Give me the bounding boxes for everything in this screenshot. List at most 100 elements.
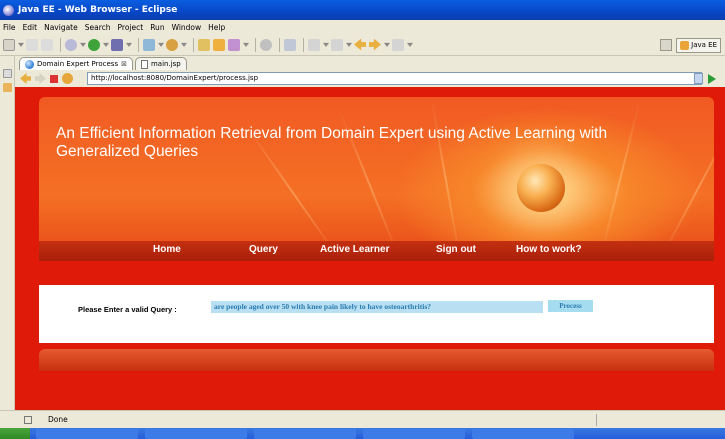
perspective-label: Java EE <box>691 41 717 49</box>
query-input[interactable]: are people aged over 50 with knee pain l… <box>211 301 543 313</box>
forward-icon[interactable] <box>35 73 46 84</box>
url-history-dropdown-icon[interactable] <box>694 73 703 84</box>
refresh-icon[interactable] <box>62 73 73 84</box>
tab-label: main.jsp <box>150 60 181 68</box>
globe-icon[interactable] <box>260 38 272 51</box>
tab-main-jsp[interactable]: main.jsp <box>134 57 187 70</box>
menu-window[interactable]: Window <box>172 23 202 32</box>
perspective-java-ee-button[interactable]: Java EE <box>676 37 721 53</box>
toolbar-separator <box>279 37 280 52</box>
editor-tabs: Domain Expert Process ⊠ main.jsp <box>15 56 725 70</box>
menu-file[interactable]: File <box>3 23 16 32</box>
tab-domain-expert-process[interactable]: Domain Expert Process ⊠ <box>19 57 133 70</box>
nav-how-to-work[interactable]: How to work? <box>516 244 582 255</box>
server-dropdown-icon[interactable] <box>158 42 164 47</box>
print-icon[interactable] <box>41 38 53 51</box>
left-trim <box>0 56 15 416</box>
open-type-icon[interactable] <box>198 38 210 51</box>
toolbar-separator <box>60 37 61 52</box>
nav-query[interactable]: Query <box>249 244 278 255</box>
fast-view-icon[interactable] <box>24 415 32 424</box>
query-panel: Please Enter a valid Query : are people … <box>39 285 714 343</box>
start-button[interactable] <box>0 428 30 439</box>
stop-icon[interactable] <box>50 74 58 83</box>
status-bar: Done <box>0 410 725 428</box>
menu-project[interactable]: Project <box>118 23 144 32</box>
footer-bar <box>39 349 714 371</box>
toolbar-separator <box>303 37 304 52</box>
new-dropdown-icon[interactable] <box>18 42 24 47</box>
run-icon[interactable] <box>88 38 100 51</box>
taskbar-item[interactable] <box>363 429 465 439</box>
menu-search[interactable]: Search <box>85 23 111 32</box>
pencil-dropdown-icon[interactable] <box>243 42 249 47</box>
back-arrow-icon[interactable] <box>354 38 366 51</box>
run-dropdown-icon[interactable] <box>103 42 109 47</box>
perspective-switcher: Java EE <box>660 37 721 53</box>
windows-taskbar <box>0 428 725 439</box>
open-perspective-icon[interactable] <box>660 39 673 51</box>
taskbar-item[interactable] <box>254 429 356 439</box>
browser-viewport: An Efficient Information Retrieval from … <box>15 87 725 410</box>
jsp-file-icon <box>140 59 148 69</box>
pencil-icon[interactable] <box>228 38 240 51</box>
window-title-bar[interactable]: Java EE - Web Browser - Eclipse <box>0 0 725 20</box>
taskbar-item[interactable] <box>472 429 574 439</box>
go-icon[interactable] <box>708 74 716 84</box>
restore-icon[interactable] <box>3 69 12 78</box>
annotation-icon[interactable] <box>308 38 320 51</box>
external-tools-dropdown-icon[interactable] <box>126 42 132 47</box>
new-java-dropdown-icon[interactable] <box>181 42 187 47</box>
last-edit-dropdown-icon[interactable] <box>407 42 413 47</box>
header-banner: An Efficient Information Retrieval from … <box>39 97 714 260</box>
search-icon[interactable] <box>284 38 296 51</box>
nav-sign-out[interactable]: Sign out <box>436 244 476 255</box>
site-navigation: Home Query Active Learner Sign out How t… <box>39 241 714 261</box>
status-divider <box>596 414 597 426</box>
new-icon[interactable] <box>3 38 15 51</box>
close-icon[interactable]: ⊠ <box>121 60 127 68</box>
taskbar-item[interactable] <box>36 429 138 439</box>
status-text: Done <box>48 415 68 424</box>
nav-active-learner[interactable]: Active Learner <box>320 244 389 255</box>
main-toolbar <box>0 34 725 56</box>
page-headline: An Efficient Information Retrieval from … <box>56 125 608 160</box>
light-ray <box>659 115 714 260</box>
menu-help[interactable]: Help <box>208 23 225 32</box>
tab-label: Domain Expert Process <box>37 60 119 68</box>
new-java-icon[interactable] <box>166 38 178 51</box>
forward-arrow-icon[interactable] <box>369 38 381 51</box>
eclipse-app-icon <box>3 4 14 16</box>
toolbar-separator <box>255 37 256 52</box>
browser-globe-icon <box>25 59 34 69</box>
glowing-globe-image <box>517 164 565 212</box>
light-ray <box>430 99 461 260</box>
menu-edit[interactable]: Edit <box>23 23 38 32</box>
external-tools-icon[interactable] <box>111 38 123 51</box>
url-input[interactable]: http://localhost:8080/DomainExpert/proce… <box>87 72 702 85</box>
toolbar-separator <box>193 37 194 52</box>
open-folder-icon[interactable] <box>213 38 225 51</box>
annotation-dropdown-icon[interactable] <box>323 42 329 47</box>
taskbar-item[interactable] <box>145 429 247 439</box>
next-annotation-dropdown-icon[interactable] <box>346 42 352 47</box>
next-annotation-icon[interactable] <box>331 38 343 51</box>
debug-dropdown-icon[interactable] <box>80 42 86 47</box>
save-icon[interactable] <box>26 38 38 51</box>
menu-bar: File Edit Navigate Search Project Run Wi… <box>0 20 725 34</box>
debug-icon[interactable] <box>65 38 77 51</box>
java-ee-icon <box>680 40 690 50</box>
query-label: Please Enter a valid Query : <box>78 305 177 314</box>
menu-navigate[interactable]: Navigate <box>44 23 78 32</box>
forward-dropdown-icon[interactable] <box>384 42 390 47</box>
back-icon[interactable] <box>20 73 31 84</box>
eclipse-window: Java EE - Web Browser - Eclipse File Edi… <box>0 0 725 439</box>
toolbar-separator <box>138 37 139 52</box>
server-icon[interactable] <box>143 38 155 51</box>
browser-address-bar: http://localhost:8080/DomainExpert/proce… <box>15 70 725 87</box>
menu-run[interactable]: Run <box>150 23 164 32</box>
nav-home[interactable]: Home <box>153 244 181 255</box>
project-explorer-icon[interactable] <box>3 83 12 92</box>
last-edit-icon[interactable] <box>392 38 404 51</box>
process-button[interactable]: Process <box>548 300 593 312</box>
